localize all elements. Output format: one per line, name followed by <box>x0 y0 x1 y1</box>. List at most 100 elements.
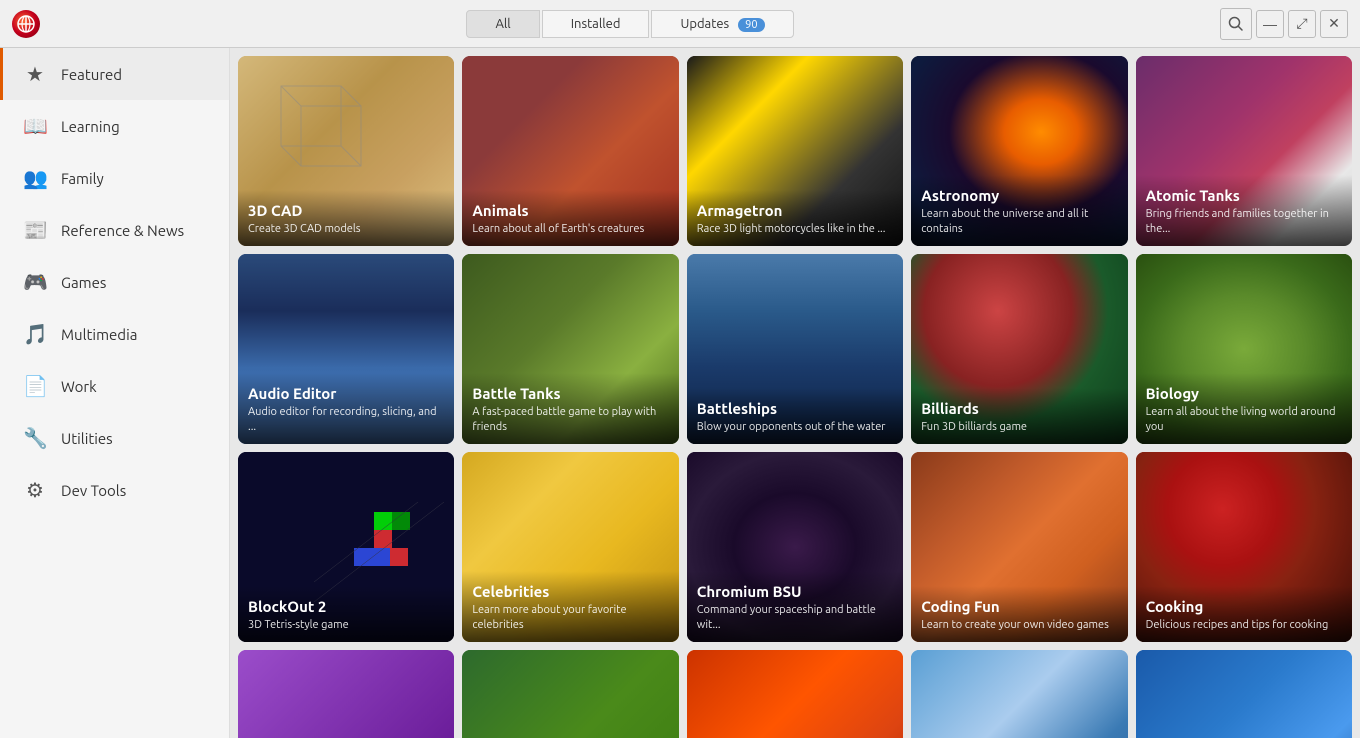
sidebar-item-utilities[interactable]: 🔧 Utilities <box>0 412 229 464</box>
app-desc-animals: Learn about all of Earth's creatures <box>472 222 668 236</box>
app-card-codingfun[interactable]: Coding Fun Learn to create your own vide… <box>911 452 1127 642</box>
app-card-overlay-cooking: Cooking Delicious recipes and tips for c… <box>1136 586 1352 642</box>
app-card-row4a[interactable] <box>238 650 454 738</box>
app-desc-3dcad: Create 3D CAD models <box>248 222 444 236</box>
app-card-overlay-codingfun: Coding Fun Learn to create your own vide… <box>911 586 1127 642</box>
sidebar-item-multimedia[interactable]: 🎵 Multimedia <box>0 308 229 360</box>
app-card-audioeditor[interactable]: Audio Editor Audio editor for recording,… <box>238 254 454 444</box>
app-desc-celebrities: Learn more about your favorite celebriti… <box>472 603 668 632</box>
minimize-button[interactable]: — <box>1256 10 1284 38</box>
app-grid: 3D CAD Create 3D CAD models Animals Lear… <box>238 56 1352 738</box>
app-title-billiards: Billiards <box>921 400 1117 417</box>
app-desc-biology: Learn all about the living world around … <box>1146 405 1342 434</box>
sidebar-label-utilities: Utilities <box>61 430 113 447</box>
app-card-blockout[interactable]: BlockOut 2 3D Tetris-style game <box>238 452 454 642</box>
sidebar-item-games[interactable]: 🎮 Games <box>0 256 229 308</box>
titlebar: All Installed Updates 90 — ⤢ ✕ <box>0 0 1360 48</box>
sidebar-label-work: Work <box>61 378 97 395</box>
app-title-cooking: Cooking <box>1146 598 1342 615</box>
app-card-overlay-celebrities: Celebrities Learn more about your favori… <box>462 571 678 642</box>
sidebar-label-family: Family <box>61 170 104 187</box>
sidebar-label-learning: Learning <box>61 118 120 135</box>
app-card-atomictanks[interactable]: Atomic Tanks Bring friends and families … <box>1136 56 1352 246</box>
sidebar-item-work[interactable]: 📄 Work <box>0 360 229 412</box>
app-card-cooking[interactable]: Cooking Delicious recipes and tips for c… <box>1136 452 1352 642</box>
app-card-overlay-chromium: Chromium BSU Command your spaceship and … <box>687 571 903 642</box>
sidebar-icon-reference-news: 📰 <box>23 218 47 242</box>
sidebar-icon-games: 🎮 <box>23 270 47 294</box>
app-card-overlay-battletanks: Battle Tanks A fast-paced battle game to… <box>462 373 678 444</box>
app-card-3dcad[interactable]: 3D CAD Create 3D CAD models <box>238 56 454 246</box>
app-card-billiards[interactable]: Billiards Fun 3D billiards game <box>911 254 1127 444</box>
app-card-overlay-astronomy: Astronomy Learn about the universe and a… <box>911 175 1127 246</box>
sidebar-icon-multimedia: 🎵 <box>23 322 47 346</box>
app-card-battletanks[interactable]: Battle Tanks A fast-paced battle game to… <box>462 254 678 444</box>
app-card-battleships[interactable]: Battleships Blow your opponents out of t… <box>687 254 903 444</box>
app-title-atomictanks: Atomic Tanks <box>1146 187 1342 204</box>
app-card-row4c[interactable] <box>687 650 903 738</box>
app-title-animals: Animals <box>472 202 668 219</box>
nav-tabs: All Installed Updates 90 <box>466 10 793 38</box>
content-area: 3D CAD Create 3D CAD models Animals Lear… <box>230 48 1360 738</box>
sidebar-label-reference-news: Reference & News <box>61 222 184 239</box>
app-desc-astronomy: Learn about the universe and all it cont… <box>921 207 1117 236</box>
app-title-biology: Biology <box>1146 385 1342 402</box>
sidebar-item-learning[interactable]: 📖 Learning <box>0 100 229 152</box>
app-desc-audioeditor: Audio editor for recording, slicing, and… <box>248 405 444 434</box>
main-layout: ★ Featured 📖 Learning 👥 Family 📰 Referen… <box>0 48 1360 738</box>
sidebar-label-dev-tools: Dev Tools <box>61 482 126 499</box>
app-desc-battleships: Blow your opponents out of the water <box>697 420 893 434</box>
app-desc-armagetron: Race 3D light motorcycles like in the ..… <box>697 222 893 236</box>
app-card-row4e[interactable] <box>1136 650 1352 738</box>
app-card-armagetron[interactable]: Armagetron Race 3D light motorcycles lik… <box>687 56 903 246</box>
sidebar-icon-family: 👥 <box>23 166 47 190</box>
sidebar-item-featured[interactable]: ★ Featured <box>0 48 229 100</box>
app-desc-blockout: 3D Tetris-style game <box>248 618 444 632</box>
app-desc-billiards: Fun 3D billiards game <box>921 420 1117 434</box>
sidebar-label-featured: Featured <box>61 66 122 83</box>
app-card-overlay-armagetron: Armagetron Race 3D light motorcycles lik… <box>687 190 903 246</box>
search-button[interactable] <box>1220 8 1252 40</box>
app-card-overlay-blockout: BlockOut 2 3D Tetris-style game <box>238 586 454 642</box>
app-card-overlay-battleships: Battleships Blow your opponents out of t… <box>687 388 903 444</box>
app-title-astronomy: Astronomy <box>921 187 1117 204</box>
app-title-battleships: Battleships <box>697 400 893 417</box>
app-desc-chromium: Command your spaceship and battle wit... <box>697 603 893 632</box>
app-card-chromium[interactable]: Chromium BSU Command your spaceship and … <box>687 452 903 642</box>
titlebar-left <box>12 10 40 38</box>
app-card-row4b[interactable] <box>462 650 678 738</box>
tab-installed[interactable]: Installed <box>542 10 650 38</box>
tab-all[interactable]: All <box>466 10 539 38</box>
app-title-audioeditor: Audio Editor <box>248 385 444 402</box>
app-title-codingfun: Coding Fun <box>921 598 1117 615</box>
app-card-overlay-3dcad: 3D CAD Create 3D CAD models <box>238 190 454 246</box>
close-button[interactable]: ✕ <box>1320 10 1348 38</box>
sidebar-icon-learning: 📖 <box>23 114 47 138</box>
app-card-biology[interactable]: Biology Learn all about the living world… <box>1136 254 1352 444</box>
app-card-animals[interactable]: Animals Learn about all of Earth's creat… <box>462 56 678 246</box>
app-card-overlay-biology: Biology Learn all about the living world… <box>1136 373 1352 444</box>
sidebar-icon-utilities: 🔧 <box>23 426 47 450</box>
app-title-3dcad: 3D CAD <box>248 202 444 219</box>
app-card-overlay-audioeditor: Audio Editor Audio editor for recording,… <box>238 373 454 444</box>
app-card-astronomy[interactable]: Astronomy Learn about the universe and a… <box>911 56 1127 246</box>
sidebar-item-reference-news[interactable]: 📰 Reference & News <box>0 204 229 256</box>
app-card-row4d[interactable] <box>911 650 1127 738</box>
sidebar-label-games: Games <box>61 274 106 291</box>
app-card-celebrities[interactable]: Celebrities Learn more about your favori… <box>462 452 678 642</box>
app-desc-codingfun: Learn to create your own video games <box>921 618 1117 632</box>
restore-button[interactable]: ⤢ <box>1288 10 1316 38</box>
app-desc-atomictanks: Bring friends and families together in t… <box>1146 207 1342 236</box>
app-card-overlay-animals: Animals Learn about all of Earth's creat… <box>462 190 678 246</box>
app-card-overlay-atomictanks: Atomic Tanks Bring friends and families … <box>1136 175 1352 246</box>
app-desc-cooking: Delicious recipes and tips for cooking <box>1146 618 1342 632</box>
sidebar-icon-work: 📄 <box>23 374 47 398</box>
app-desc-battletanks: A fast-paced battle game to play with fr… <box>472 405 668 434</box>
app-title-armagetron: Armagetron <box>697 202 893 219</box>
tab-updates[interactable]: Updates 90 <box>651 10 793 38</box>
app-logo <box>12 10 40 38</box>
sidebar-item-dev-tools[interactable]: ⚙ Dev Tools <box>0 464 229 516</box>
sidebar-label-multimedia: Multimedia <box>61 326 137 343</box>
sidebar: ★ Featured 📖 Learning 👥 Family 📰 Referen… <box>0 48 230 738</box>
sidebar-item-family[interactable]: 👥 Family <box>0 152 229 204</box>
